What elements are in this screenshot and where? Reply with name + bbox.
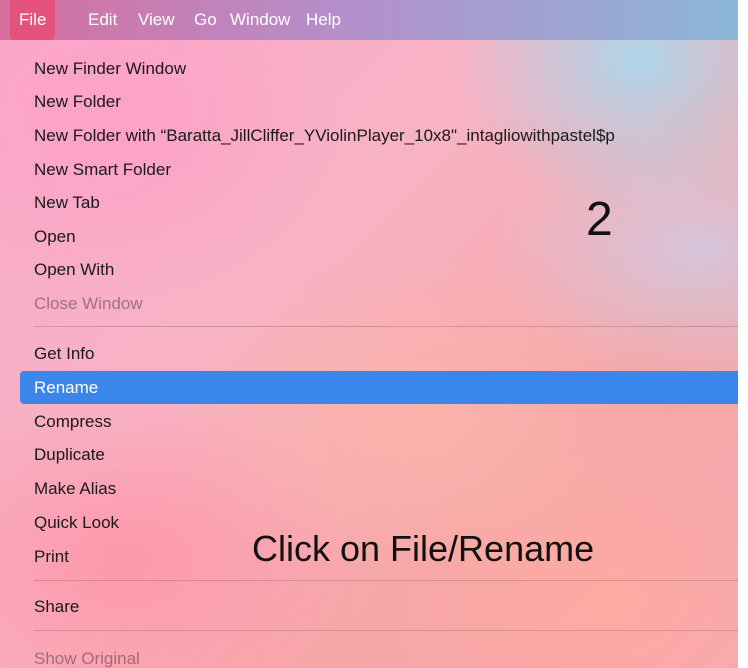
menu-bar: File Edit View Go Window Help <box>0 0 738 40</box>
menubar-help[interactable]: Help <box>297 0 350 40</box>
menu-separator <box>34 630 738 631</box>
menu-separator <box>34 326 738 327</box>
menu-separator <box>34 580 738 581</box>
menubar-go[interactable]: Go <box>185 0 226 40</box>
file-menu-dropdown: New Finder Window New Folder New Folder … <box>20 40 738 668</box>
right-edge-strip <box>738 0 748 668</box>
menu-item-new-finder-window[interactable]: New Finder Window <box>20 52 738 85</box>
menubar-window[interactable]: Window <box>221 0 299 40</box>
menu-item-duplicate[interactable]: Duplicate <box>20 438 738 471</box>
menu-item-new-folder[interactable]: New Folder <box>20 85 738 118</box>
menubar-edit[interactable]: Edit <box>79 0 126 40</box>
instruction-annotation: Click on File/Rename <box>252 528 595 569</box>
menubar-view[interactable]: View <box>129 0 184 40</box>
menu-item-new-tab[interactable]: New Tab <box>20 186 738 219</box>
menu-item-new-folder-with-selection[interactable]: New Folder with “Baratta_JillCliffer_YVi… <box>20 119 738 152</box>
menu-item-compress[interactable]: Compress <box>20 405 738 438</box>
step-number-annotation: 2 <box>586 193 613 246</box>
menu-item-open[interactable]: Open <box>20 220 738 253</box>
menu-item-new-smart-folder[interactable]: New Smart Folder <box>20 153 738 186</box>
screenshot-frame: File Edit View Go Window Help New Finder… <box>0 0 748 668</box>
menubar-file[interactable]: File <box>10 0 56 40</box>
menu-item-share[interactable]: Share <box>20 590 738 623</box>
menu-item-rename[interactable]: Rename <box>20 371 738 404</box>
menu-item-open-with[interactable]: Open With <box>20 253 738 286</box>
menu-item-close-window: Close Window <box>34 294 143 313</box>
menu-item-get-info[interactable]: Get Info <box>20 337 738 370</box>
menu-item-show-original: Show Original <box>34 649 140 668</box>
menu-item-make-alias[interactable]: Make Alias <box>20 472 738 505</box>
